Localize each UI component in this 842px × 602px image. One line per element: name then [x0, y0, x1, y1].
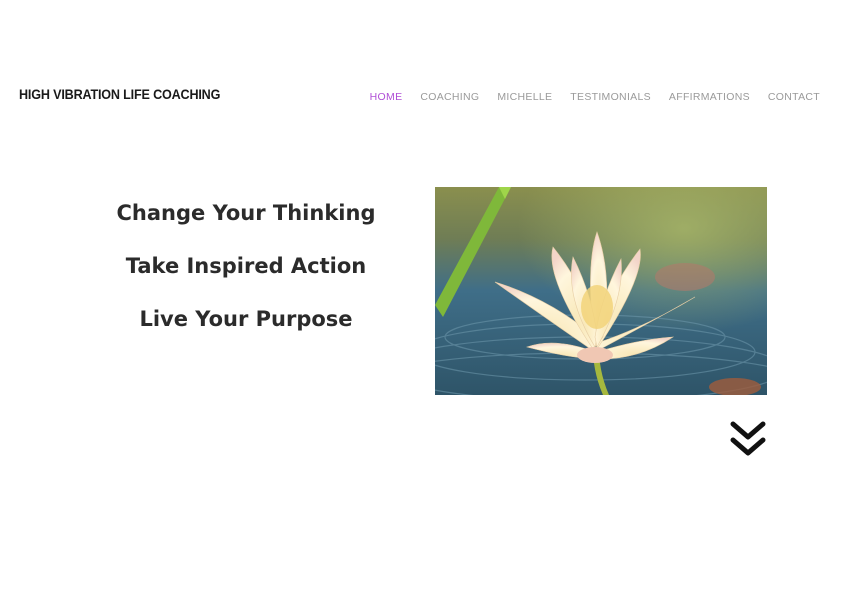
page: HIGH VIBRATION LIFE COACHING HOME COACHI… [0, 0, 842, 602]
site-brand[interactable]: HIGH VIBRATION LIFE COACHING [19, 86, 220, 102]
tagline-line-3: Live Your Purpose [139, 307, 353, 331]
nav-contact[interactable]: CONTACT [768, 91, 820, 103]
double-chevron-down-icon[interactable] [729, 419, 767, 459]
nav-home[interactable]: HOME [370, 91, 403, 103]
nav-affirmations[interactable]: AFFIRMATIONS [669, 91, 750, 103]
tagline-line-2: Take Inspired Action [125, 254, 367, 278]
nav-michelle[interactable]: MICHELLE [497, 91, 552, 103]
lotus-flower-image [435, 187, 767, 395]
nav-coaching[interactable]: COACHING [420, 91, 479, 103]
tagline-line-1: Change Your Thinking [116, 201, 376, 225]
main-nav: HOME COACHING MICHELLE TESTIMONIALS AFFI… [370, 91, 820, 103]
nav-testimonials[interactable]: TESTIMONIALS [570, 91, 651, 103]
